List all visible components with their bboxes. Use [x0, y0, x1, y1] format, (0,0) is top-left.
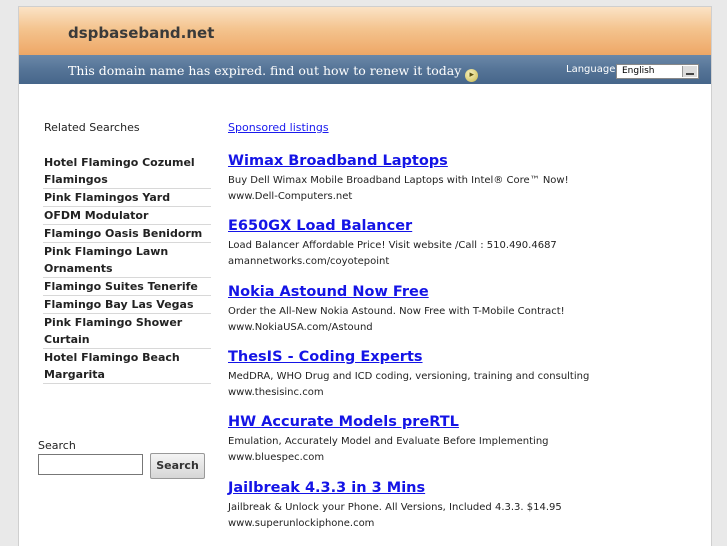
chevron-down-icon[interactable] [682, 66, 697, 77]
related-search-link[interactable]: OFDM Modulator [43, 207, 211, 225]
listing: Jailbreak 4.3.3 in 3 Mins Jailbreak & Un… [228, 479, 698, 530]
listing-url[interactable]: www.bluespec.com [228, 451, 698, 464]
listing-description: Order the All-New Nokia Astound. Now Fre… [228, 306, 565, 317]
page-frame: dspbaseband.net This domain name has exp… [18, 6, 712, 546]
listing-description: MedDRA, WHO Drug and ICD coding, version… [228, 371, 590, 382]
related-search-link[interactable]: Hotel Flamingo Beach Margarita [43, 349, 211, 384]
listing-url[interactable]: www.thesisinc.com [228, 386, 698, 399]
language-select[interactable]: English [616, 64, 699, 79]
listing-description: Buy Dell Wimax Mobile Broadband Laptops … [228, 175, 569, 186]
listing-url[interactable]: www.Dell-Computers.net [228, 190, 698, 203]
language-label: Language: [566, 64, 619, 75]
sponsored-listings-link[interactable]: Sponsored listings [228, 121, 329, 134]
listing-title-link[interactable]: Nokia Astound Now Free [228, 283, 698, 301]
listing-url[interactable]: www.NokiaUSA.com/Astound [228, 321, 698, 334]
header-bar: dspbaseband.net [19, 7, 711, 55]
listing-title-link[interactable]: Jailbreak 4.3.3 in 3 Mins [228, 479, 698, 497]
related-search-link[interactable]: Hotel Flamingo Cozumel Flamingos [43, 154, 211, 189]
language-selected-value: English [622, 66, 655, 76]
domain-name: dspbaseband.net [68, 24, 215, 42]
listing-title-link[interactable]: HW Accurate Models preRTL [228, 413, 698, 431]
related-searches-title: Related Searches [44, 121, 140, 134]
expired-banner: This domain name has expired. find out h… [19, 55, 711, 84]
listing-description: Emulation, Accurately Model and Evaluate… [228, 436, 549, 447]
search-button[interactable]: Search [150, 453, 205, 479]
listing-url[interactable]: www.superunlockiphone.com [228, 517, 698, 530]
related-search-link[interactable]: Flamingo Bay Las Vegas [43, 296, 211, 314]
related-search-link[interactable]: Pink Flamingos Yard [43, 189, 211, 207]
listing-description: Jailbreak & Unlock your Phone. All Versi… [228, 502, 562, 513]
expired-link[interactable]: This domain name has expired. find out h… [68, 63, 479, 82]
arrow-right-icon[interactable]: ▸ [465, 69, 479, 82]
listing: Nokia Astound Now Free Order the All-New… [228, 283, 698, 334]
related-search-link[interactable]: Flamingo Suites Tenerife [43, 278, 211, 296]
listing-title-link[interactable]: ThesIS - Coding Experts [228, 348, 698, 366]
related-search-link[interactable]: Flamingo Oasis Benidorm [43, 225, 211, 243]
listing: ThesIS - Coding Experts MedDRA, WHO Drug… [228, 348, 698, 399]
related-search-link[interactable]: Pink Flamingo Shower Curtain [43, 314, 211, 349]
listing: E650GX Load Balancer Load Balancer Affor… [228, 217, 698, 268]
listing-title-link[interactable]: E650GX Load Balancer [228, 217, 698, 235]
listing-url[interactable]: amannetworks.com/coyotepoint [228, 255, 698, 268]
related-search-link[interactable]: Pink Flamingo Lawn Ornaments [43, 243, 211, 278]
listing: HW Accurate Models preRTL Emulation, Acc… [228, 413, 698, 464]
listing-title-link[interactable]: Wimax Broadband Laptops [228, 152, 698, 170]
related-searches-list: Hotel Flamingo Cozumel Flamingos Pink Fl… [43, 154, 211, 384]
search-input[interactable] [38, 454, 143, 475]
expired-message[interactable]: This domain name has expired. find out h… [68, 63, 461, 78]
listing-description: Load Balancer Affordable Price! Visit we… [228, 240, 557, 251]
search-label: Search [38, 439, 76, 452]
listing: Wimax Broadband Laptops Buy Dell Wimax M… [228, 152, 698, 203]
